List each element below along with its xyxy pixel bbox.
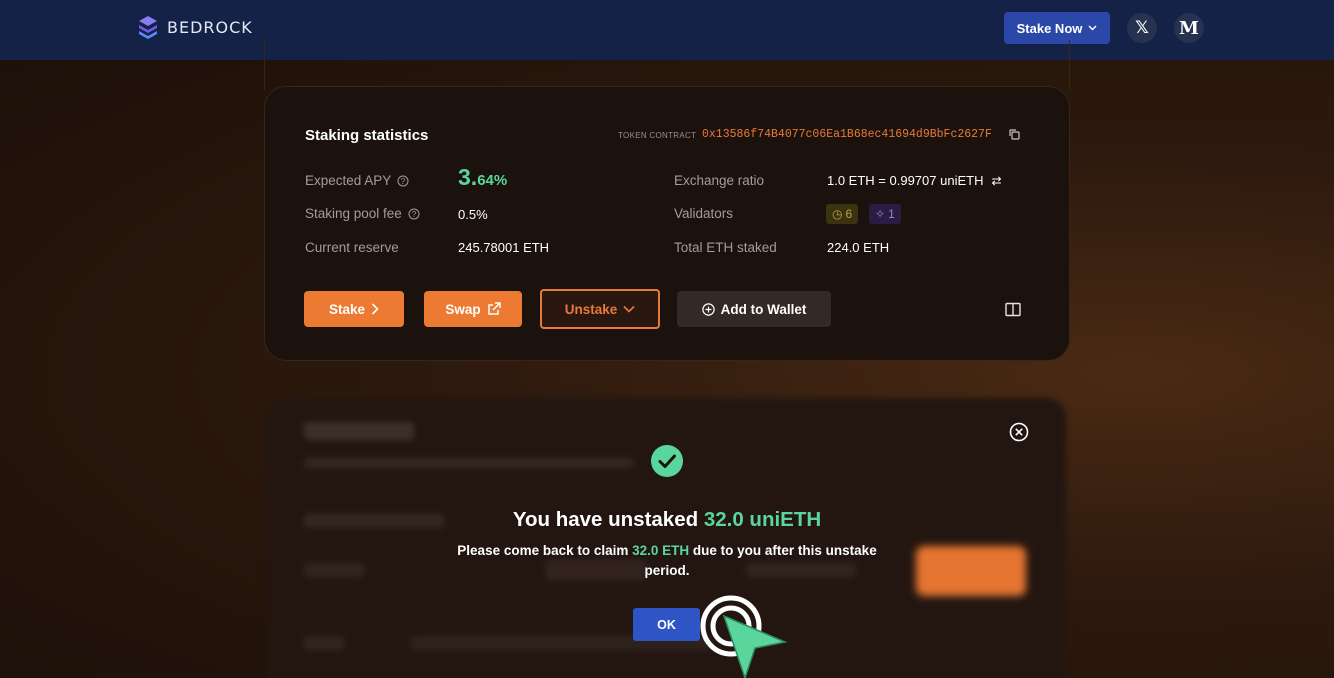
unstaked-amount: 32.0 uniETH [703, 508, 822, 531]
blurred-orange-button [916, 546, 1026, 596]
exchange-ratio-label: Exchange ratio [674, 173, 765, 188]
exchange-ratio-value: 1.0 ETH = 0.99707 uniETH ⇄ [827, 173, 1002, 188]
help-icon[interactable]: ? [397, 175, 409, 187]
validators-pending-badge: ✧ 1 [869, 204, 901, 224]
medium-icon: M [1179, 17, 1199, 39]
blurred-subtitle [304, 458, 634, 468]
card-title: Staking statistics [305, 127, 429, 144]
current-reserve-value: 245.78001 ETH [458, 240, 550, 255]
x-twitter-icon: 𝕏 [1135, 18, 1149, 38]
medium-button[interactable]: M [1174, 13, 1204, 43]
add-to-wallet-button[interactable]: Add to Wallet [677, 291, 831, 327]
book-icon[interactable] [1005, 302, 1021, 317]
external-link-icon [487, 302, 501, 315]
claim-amount: 32.0 ETH [632, 543, 690, 558]
expected-apy-row: Expected APY ? [305, 173, 409, 188]
stake-button[interactable]: Stake [304, 291, 404, 327]
swap-arrows-icon[interactable]: ⇄ [991, 174, 1001, 188]
staking-pool-fee-row: Staking pool fee ? [305, 206, 420, 221]
help-icon[interactable]: ? [408, 208, 420, 220]
blurred-cell [304, 563, 364, 577]
brand-logo[interactable]: BEDROCK [135, 14, 253, 40]
chevron-right-icon [371, 303, 379, 315]
brand-name: BEDROCK [167, 17, 253, 37]
token-contract-label: TOKEN CONTRACT [618, 131, 697, 140]
exchange-ratio-row: Exchange ratio [674, 173, 764, 188]
modal-title: You have unstaked 32.0 uniETH [512, 508, 822, 531]
success-check-icon [651, 445, 683, 477]
sparkle-icon: ✧ [875, 207, 886, 221]
clock-icon: ◷ [832, 207, 843, 221]
ok-button[interactable]: OK [633, 608, 700, 641]
validators-row: Validators [674, 206, 733, 221]
copy-icon[interactable] [1009, 129, 1020, 140]
chevron-down-icon [1088, 25, 1097, 31]
current-reserve-row: Current reserve [305, 240, 399, 255]
chevron-down-icon [623, 305, 635, 313]
x-twitter-button[interactable]: 𝕏 [1127, 13, 1157, 43]
expected-apy-value: 3.64% [458, 164, 508, 190]
blurred-cell [304, 636, 344, 650]
click-cursor-icon [700, 595, 788, 678]
stake-now-label: Stake Now [1016, 20, 1083, 36]
staking-pool-fee-label: Staking pool fee [305, 206, 402, 221]
total-staked-value: 224.0 ETH [827, 240, 890, 255]
staking-pool-fee-value: 0.5% [458, 207, 488, 222]
staking-statistics-card: Staking statistics TOKEN CONTRACT 0x1358… [264, 86, 1070, 361]
close-icon[interactable] [1009, 422, 1029, 442]
plus-circle-icon [701, 302, 715, 316]
expected-apy-label: Expected APY [305, 173, 392, 188]
swap-button[interactable]: Swap [424, 291, 522, 327]
current-reserve-label: Current reserve [305, 240, 399, 255]
total-staked-row: Total ETH staked [674, 240, 777, 255]
validators-label: Validators [674, 206, 734, 221]
svg-text:?: ? [412, 210, 417, 219]
blurred-heading [304, 422, 414, 440]
token-contract-address[interactable]: 0x13586f74B4077c06Ea1B68ec41694d9BbFc262… [702, 128, 992, 141]
svg-text:?: ? [401, 177, 406, 186]
modal-message: Please come back to claim 32.0 ETH due t… [457, 543, 877, 578]
unstake-button[interactable]: Unstake [540, 289, 660, 329]
bedrock-logo-icon [139, 16, 157, 39]
total-staked-label: Total ETH staked [674, 240, 777, 255]
previous-card-edge [264, 40, 1070, 90]
validators-active-badge: ◷ 6 [826, 204, 859, 224]
